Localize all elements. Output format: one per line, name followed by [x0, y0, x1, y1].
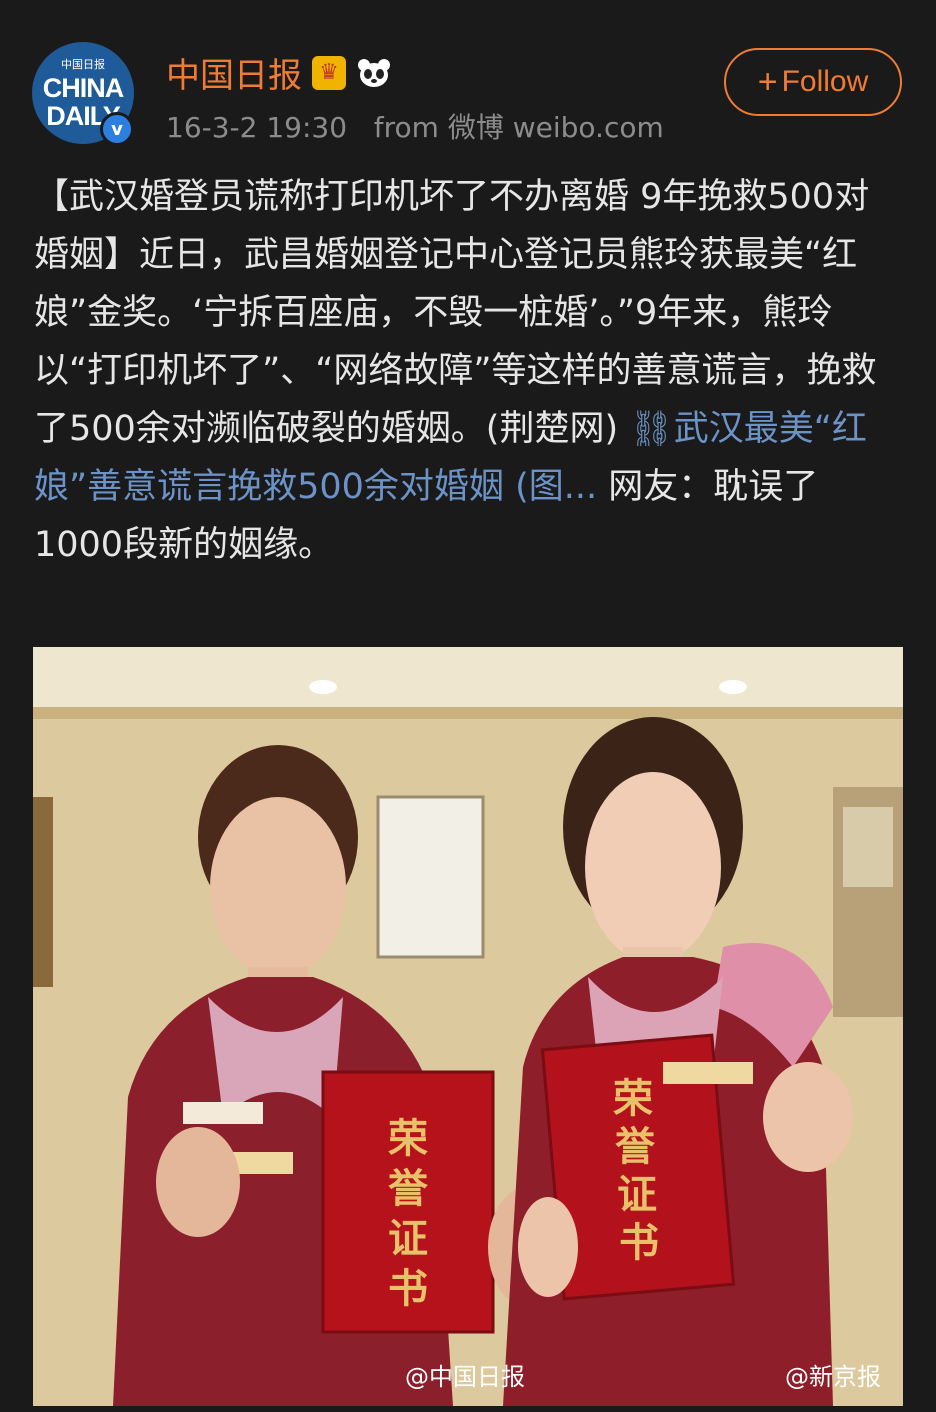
- cert-left-char: 誉: [388, 1165, 429, 1212]
- avatar-big-text-1: CHINA: [42, 73, 124, 103]
- cert-right-char: 证: [617, 1171, 657, 1218]
- verified-badge-icon: v: [100, 112, 134, 146]
- cert-left-char: 证: [388, 1215, 428, 1262]
- cert-right-char: 书: [619, 1219, 659, 1266]
- cert-right-char: 荣: [613, 1075, 653, 1122]
- post-meta: 16-3-2 19:30 from 微博 weibo.com: [166, 106, 664, 146]
- certificate-right: 荣 誉 证 书: [613, 1075, 659, 1266]
- post-header: 中国日报 CHINA DAILY v 中国日报 ♛ 16-3-2 19:30 f…: [0, 0, 936, 160]
- link-icon: ⛓: [629, 409, 674, 449]
- avatar-small-text: 中国日报: [61, 58, 105, 71]
- post-timestamp: 16-3-2 19:30: [166, 111, 348, 144]
- crown-icon: ♛: [312, 55, 346, 90]
- cert-right-char: 誉: [615, 1123, 656, 1170]
- panda-icon: [356, 56, 392, 90]
- cert-left-char: 书: [388, 1265, 428, 1312]
- account-name-row: 中国日报 ♛: [166, 48, 392, 97]
- account-name[interactable]: 中国日报: [166, 48, 302, 97]
- post-text: 【武汉婚登员谎称打印机坏了不办离婚 9年挽救500对婚姻】近日，武昌婚姻登记中心…: [34, 168, 904, 574]
- follow-label: Follow: [781, 65, 869, 98]
- follow-button[interactable]: + Follow: [724, 48, 902, 116]
- cert-left-char: 荣: [388, 1115, 428, 1162]
- plus-icon: +: [757, 63, 778, 101]
- post-source: from 微博 weibo.com: [373, 111, 664, 144]
- post-photo[interactable]: 荣 誉 证 书 荣 誉 证 书 @中国日报 @新京报: [33, 647, 903, 1406]
- watermark-left: @中国日报: [405, 1363, 525, 1391]
- watermark-right: @新京报: [785, 1363, 881, 1391]
